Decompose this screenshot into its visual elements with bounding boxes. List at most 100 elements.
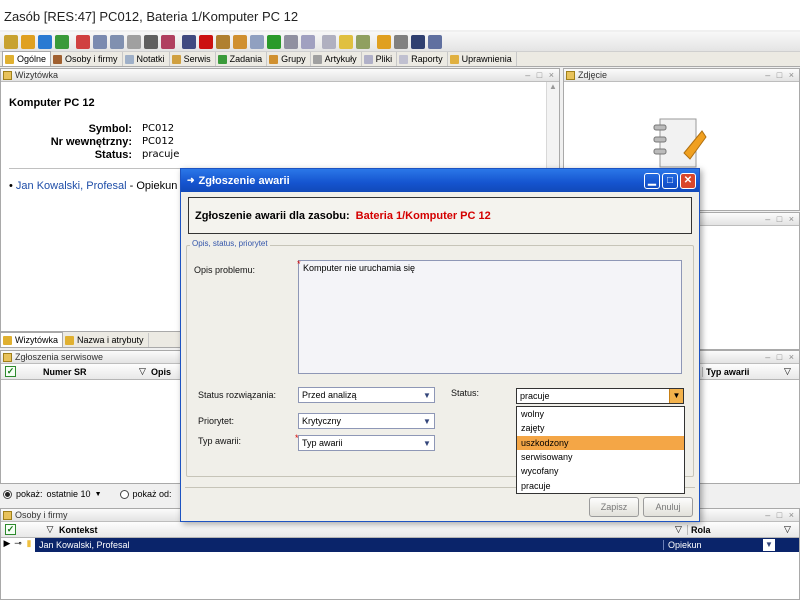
tab-6[interactable]: Artykuły [311, 52, 362, 66]
status-dropdown-list: wolny zajęty uszkodzony serwisowany wycofany… [516, 406, 685, 494]
person-link[interactable]: Jan Kowalski, Profesal [16, 180, 127, 192]
book-icon[interactable] [411, 34, 425, 49]
chevron-down-icon[interactable]: ▼ [420, 417, 434, 426]
chevron-down-icon[interactable]: ▼ [669, 389, 683, 403]
panel-controls[interactable]: – □ × [765, 70, 796, 80]
filter-icon[interactable]: ▽ [675, 524, 687, 535]
status-option[interactable]: wolny [517, 407, 684, 421]
failure-type-select[interactable]: Typ awarii ▼ [298, 435, 435, 451]
filter-icon[interactable]: ▽ [41, 524, 59, 535]
tab-2[interactable]: Notatki [123, 52, 170, 66]
window-title: Zasób [RES:47] PC012, Bateria 1/Komputer… [0, 0, 800, 30]
home-icon[interactable] [394, 34, 408, 49]
print-icon[interactable] [161, 34, 175, 49]
field-label: Nr wewnętrzny: [50, 136, 132, 148]
cancel-button[interactable]: Anuluj [643, 497, 693, 517]
maximize-button[interactable]: □ [662, 172, 678, 189]
panel-controls[interactable]: – □ × [525, 70, 556, 80]
save-button[interactable]: Zapisz [589, 497, 639, 517]
tab-icon [53, 54, 63, 64]
tab-label: Serwis [183, 54, 211, 64]
chevron-down-icon[interactable]: ▼ [763, 539, 775, 551]
status-option[interactable]: pracuje [517, 478, 684, 492]
chevron-down-icon[interactable]: ▼ [95, 491, 102, 498]
export-icon[interactable] [356, 34, 370, 49]
clone-icon[interactable] [250, 34, 264, 49]
card-tab-1[interactable]: Nazwa i atrybuty [63, 333, 149, 347]
column-header[interactable]: Numer SR [43, 367, 139, 377]
tools-icon[interactable] [233, 34, 247, 49]
go-icon[interactable] [267, 34, 281, 49]
panel-title: Zdjęcie [578, 70, 608, 80]
image-icon[interactable] [428, 34, 442, 49]
edit-icon[interactable] [21, 34, 35, 49]
new-icon[interactable] [4, 34, 18, 49]
priority-select[interactable]: Krytyczny ▼ [298, 413, 435, 429]
header-label: Zgłoszenie awarii dla zasobu: [195, 209, 350, 222]
delete-icon[interactable] [199, 34, 213, 49]
notes-icon[interactable] [339, 34, 353, 49]
radio-show-last[interactable] [3, 489, 12, 499]
filter-select[interactable]: ostatnie 10 [47, 489, 91, 499]
filter-icon[interactable]: ▽ [139, 366, 151, 377]
tab-4[interactable]: Zadania [216, 52, 268, 66]
calendar-icon[interactable] [322, 34, 336, 49]
grid-header: ✓ ▽ Kontekst ▽ Rola ▽ [1, 522, 799, 538]
save-icon[interactable] [144, 34, 158, 49]
status-option[interactable]: wycofany [517, 464, 684, 478]
attach-icon[interactable] [301, 34, 315, 49]
tab-7[interactable]: Pliki [362, 52, 398, 66]
mail-icon[interactable] [284, 34, 298, 49]
main-toolbar [0, 32, 800, 52]
tab-0[interactable]: Ogólne [2, 51, 52, 66]
tab-label: Uprawnienia [461, 54, 512, 64]
select-all[interactable]: ✓ [5, 524, 21, 535]
check-icon[interactable]: ✓ [5, 366, 16, 377]
status-option[interactable]: serwisowany [517, 450, 684, 464]
scroll-up-icon[interactable]: ▲ [547, 82, 559, 91]
column-header[interactable]: Kontekst [59, 525, 459, 535]
tab-5[interactable]: Grupy [267, 52, 311, 66]
copy-icon[interactable] [110, 34, 124, 49]
panel-controls[interactable]: – □ × [765, 510, 796, 520]
table-row[interactable]: ▶ ⊸ ▮ Jan Kowalski, Profesal Opiekun ▼ [1, 538, 799, 552]
status-option[interactable]: uszkodzony [517, 435, 684, 450]
close-button[interactable]: ✕ [680, 172, 696, 189]
chevron-down-icon[interactable]: ▼ [420, 439, 434, 448]
tab-label: Zadania [229, 54, 263, 64]
users-icon[interactable] [216, 34, 230, 49]
tab-1[interactable]: Osoby i firmy [51, 52, 123, 66]
people-icon [3, 510, 12, 520]
pin-icon[interactable] [76, 34, 90, 49]
tab-label: Notatki [136, 54, 165, 64]
radio-show-from[interactable] [119, 489, 129, 499]
filter-icon[interactable]: ▽ [784, 524, 796, 535]
problem-textarea[interactable]: * Komputer nie uruchamia się [297, 259, 682, 374]
minimize-button[interactable]: ▁ [644, 172, 660, 189]
photo-icon [566, 70, 575, 80]
panel-controls[interactable]: – □ × [765, 214, 796, 224]
properties-icon[interactable] [182, 34, 196, 49]
refresh-icon[interactable] [38, 34, 52, 49]
filter-icon[interactable]: ▽ [784, 366, 796, 377]
puzzle-icon[interactable] [377, 34, 391, 49]
tab-3[interactable]: Serwis [170, 52, 216, 66]
select-all[interactable]: ✓ [5, 366, 21, 377]
field-label: Symbol: [88, 123, 132, 135]
resolution-select[interactable]: Przed analizą ▼ [298, 387, 435, 403]
tree-icon[interactable] [55, 34, 69, 49]
folder-icon[interactable] [127, 34, 141, 49]
document-icon[interactable] [93, 34, 107, 49]
column-header[interactable]: Typ awarii [702, 366, 784, 377]
resolution-value: Przed analizą [302, 390, 357, 400]
check-icon[interactable]: ✓ [5, 524, 16, 535]
status-option[interactable]: zajęty [517, 421, 684, 435]
expand-icon[interactable]: ▶ [1, 538, 13, 552]
tab-9[interactable]: Uprawnienia [448, 52, 517, 66]
status-select[interactable]: pracuje ▼ [516, 388, 684, 404]
chevron-down-icon[interactable]: ▼ [420, 391, 434, 400]
panel-controls[interactable]: – □ × [765, 352, 796, 362]
tab-8[interactable]: Raporty [397, 52, 448, 66]
card-tab-0[interactable]: Wizytówka [0, 332, 64, 347]
column-header[interactable]: Rola [687, 524, 784, 535]
